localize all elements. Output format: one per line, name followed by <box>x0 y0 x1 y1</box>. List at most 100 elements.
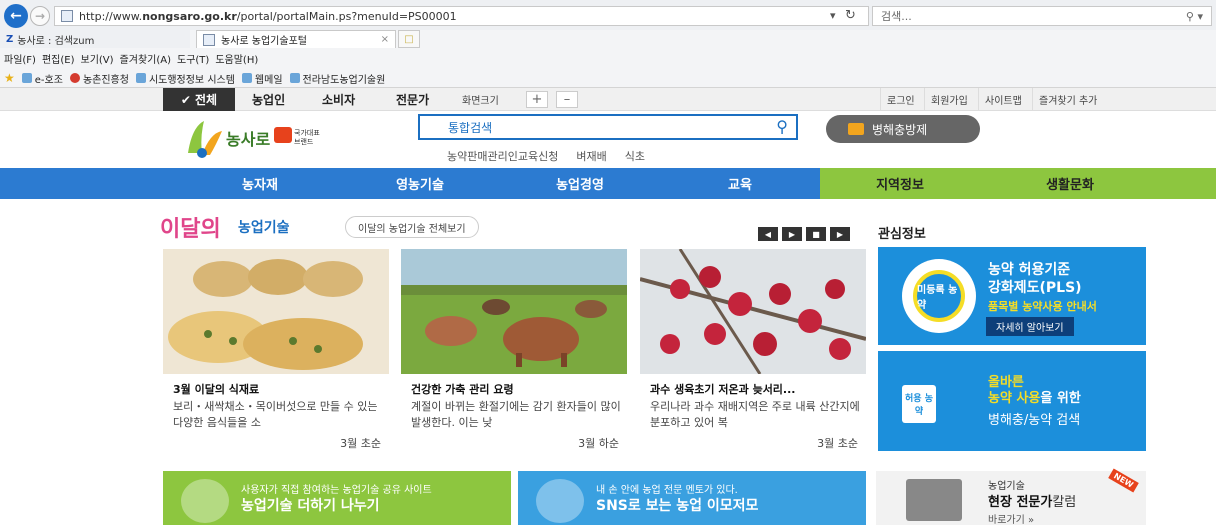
menu-bar: 파일(F) 편집(E) 보기(V) 즐겨찾기(A) 도구(T) 도움말(H) <box>0 48 1216 68</box>
tab-label: 농사로 농업기술포털 <box>221 36 307 47</box>
go-link[interactable]: 바로가기 » <box>988 511 1034 526</box>
refresh-icon[interactable]: ↻ <box>845 8 856 23</box>
favorite-icon <box>135 73 146 83</box>
tech-card[interactable]: 건강한 가축 관리 요령 계절이 바뀌는 환절기에는 감기 환자들이 많이 발생… <box>401 249 627 451</box>
next-button[interactable]: ▶ <box>830 227 850 241</box>
card-title: 3월 이달의 식재료 <box>173 383 260 396</box>
favorite-item[interactable]: e-호조 <box>21 71 63 86</box>
expert-column-banner[interactable]: 농업기술 현장 전문가칼럼 바로가기 » NEW <box>876 468 1146 526</box>
menu-file[interactable]: 파일(F) <box>4 51 36 66</box>
sns-banner[interactable]: 내 손 안에 농업 전문 멘토가 있다. SNS로 보는 농업 이모저모 <box>518 471 866 525</box>
new-badge: NEW <box>1108 468 1139 493</box>
prev-button[interactable]: ◀ <box>758 227 778 241</box>
mobile-phone-icon <box>536 479 584 523</box>
pest-control-button[interactable]: 병해충방제 <box>826 115 980 143</box>
util-all-tab[interactable]: ✔ 전체 <box>163 88 235 111</box>
browser-search-field[interactable]: 검색... ⚲ ▾ <box>872 6 1212 26</box>
share-book-icon <box>181 479 229 523</box>
minus-icon: – <box>563 92 571 107</box>
nav-farm-materials[interactable]: 농자재 <box>180 168 340 199</box>
pest-search-icon <box>848 123 864 135</box>
main-navigation: 농자재 영농기술 농업경영 교육 지역정보 생활문화 <box>0 168 1216 199</box>
util-farmer-tab[interactable]: 농업인 <box>252 88 285 111</box>
address-bar[interactable]: http://www.nongsaro.go.kr/portal/portalM… <box>54 6 869 26</box>
sitemap-link[interactable]: 사이트맵 <box>978 88 1028 111</box>
util-expert-tab[interactable]: 전문가 <box>396 88 429 111</box>
zum-icon: Z <box>6 33 14 45</box>
card-image-food <box>163 249 389 374</box>
search-icon[interactable]: ⚲ ▾ <box>1186 10 1203 23</box>
pls-more-button[interactable]: 자세히 알아보기 <box>986 317 1074 336</box>
tech-card[interactable]: 3월 이달의 식재료 보리・새싹채소・목이버섯으로 만들 수 있는 다양한 음식… <box>163 249 389 451</box>
stop-icon: ■ <box>812 229 820 239</box>
play-button[interactable]: ▶ <box>782 227 802 241</box>
chevron-right-icon: ▶ <box>836 229 844 239</box>
close-tab-icon[interactable]: × <box>381 34 389 45</box>
nav-farm-management[interactable]: 농업경영 <box>500 168 660 199</box>
quick-link[interactable]: 식초 <box>625 148 645 164</box>
banner-title: 현장 전문가칼럼 <box>988 495 1077 510</box>
pls-title-2: 강화제도(PLS) <box>988 280 1082 296</box>
section-title-prefix: 이달의 <box>160 217 221 242</box>
favorites-star-icon[interactable]: ★ <box>4 71 15 85</box>
nav-regional-info[interactable]: 지역정보 <box>820 168 980 199</box>
forward-button[interactable]: → <box>30 6 50 26</box>
menu-tools[interactable]: 도구(T) <box>177 51 209 66</box>
quick-link[interactable]: 농약판매관리인교육신청 <box>447 148 558 164</box>
favorite-item[interactable]: 전라남도농업기술원 <box>289 71 385 86</box>
browser-search-placeholder: 검색... <box>881 10 912 23</box>
add-favorite-link[interactable]: 즐겨찾기 추가 <box>1032 88 1103 111</box>
nav-farming-tech[interactable]: 영농기술 <box>340 168 500 199</box>
pls-banner[interactable]: 미등록 농약 농약 허용기준 강화제도(PLS) 품목별 농약사용 안내서 자세… <box>878 247 1146 345</box>
site-logo[interactable]: 농사로 국가대표 브랜드 <box>180 113 330 161</box>
pesticide-banner[interactable]: 허용 농약 올바른 농약 사용을 위한 병해충/농약 검색 <box>878 351 1146 451</box>
signup-link[interactable]: 회원가입 <box>924 88 974 111</box>
site-search-input[interactable]: 통합검색 ⚲ <box>418 114 798 140</box>
stop-button[interactable]: ■ <box>806 227 826 241</box>
favorite-item[interactable]: 농촌진흥청 <box>69 71 129 86</box>
section-title: 농업기술 <box>238 220 290 236</box>
card-image-frost-fruit <box>640 249 866 374</box>
address-tools: ▾ ↻ <box>830 8 856 23</box>
site-header: 농사로 국가대표 브랜드 통합검색 ⚲ 농약판매관리인교육신청 벼재배 식초 병… <box>0 111 1216 168</box>
zoom-in-button[interactable]: + <box>526 91 548 108</box>
favorite-item[interactable]: 시도행정정보 시스템 <box>135 71 235 86</box>
favorite-item[interactable]: 웹메일 <box>241 71 283 86</box>
new-tab-button[interactable]: □ <box>398 30 420 48</box>
tab-nongsaro-portal[interactable]: 농사로 농업기술포털 × <box>196 30 396 48</box>
logo-icon: 농사로 국가대표 브랜드 <box>188 121 320 158</box>
login-link[interactable]: 로그인 <box>880 88 921 111</box>
util-consumer-tab[interactable]: 소비자 <box>322 88 355 111</box>
menu-view[interactable]: 보기(V) <box>81 51 114 66</box>
menu-favorites[interactable]: 즐겨찾기(A) <box>120 51 171 66</box>
tech-card[interactable]: 과수 생육초기 저온과 늦서리... 우리나라 과수 재배지역은 주로 내륙 산… <box>640 249 866 451</box>
arrow-right-icon: → <box>34 9 46 23</box>
zoom-out-button[interactable]: – <box>556 91 578 108</box>
card-desc: 우리나라 과수 재배지역은 주로 내륙 산간지에 분포하고 있어 복 <box>650 400 860 429</box>
pls-badge: 미등록 농약 <box>902 259 976 333</box>
new-tab-icon: □ <box>404 33 414 45</box>
card-desc: 보리・새싹채소・목이버섯으로 만들 수 있는 다양한 음식들을 소 <box>173 400 378 429</box>
nav-education[interactable]: 교육 <box>660 168 820 199</box>
favorite-icon <box>289 73 300 83</box>
view-all-button[interactable]: 이달의 농업기술 전체보기 <box>345 216 479 238</box>
search-icon[interactable]: ⚲ <box>776 117 788 136</box>
pest-subtitle: 병해충/농약 검색 <box>988 413 1081 428</box>
site-util-bar: ✔ 전체 농업인 소비자 전문가 화면크기 + – 로그인 회원가입 사이트맵 … <box>0 88 1216 111</box>
favorites-bar: ★ e-호조 농촌진흥청 시도행정정보 시스템 웹메일 전라남도농업기술원 <box>0 68 1216 88</box>
banner-subtitle: 내 손 안에 농업 전문 멘토가 있다. <box>596 485 738 496</box>
menu-edit[interactable]: 편집(E) <box>42 51 75 66</box>
quick-link[interactable]: 벼재배 <box>576 148 606 164</box>
back-button[interactable]: ← <box>4 4 28 28</box>
menu-help[interactable]: 도움말(H) <box>215 51 258 66</box>
tab-label: 농사로 : 검색zum <box>17 35 95 47</box>
briefcase-icon <box>906 479 962 521</box>
dropdown-icon[interactable]: ▾ <box>830 9 836 22</box>
card-date: 3월 초순 <box>340 437 381 450</box>
card-title: 과수 생육초기 저온과 늦서리... <box>650 383 796 396</box>
nav-living-culture[interactable]: 생활문화 <box>990 168 1150 199</box>
pls-badge-label: 미등록 농약 <box>913 270 965 322</box>
tab-zum-search[interactable]: Z 농사로 : 검색zum <box>0 30 190 48</box>
pls-title-1: 농약 허용기준 <box>988 262 1071 278</box>
share-tech-banner[interactable]: 사용자가 직접 참여하는 농업기술 공유 사이트 농업기술 더하기 나누기 <box>163 471 511 525</box>
